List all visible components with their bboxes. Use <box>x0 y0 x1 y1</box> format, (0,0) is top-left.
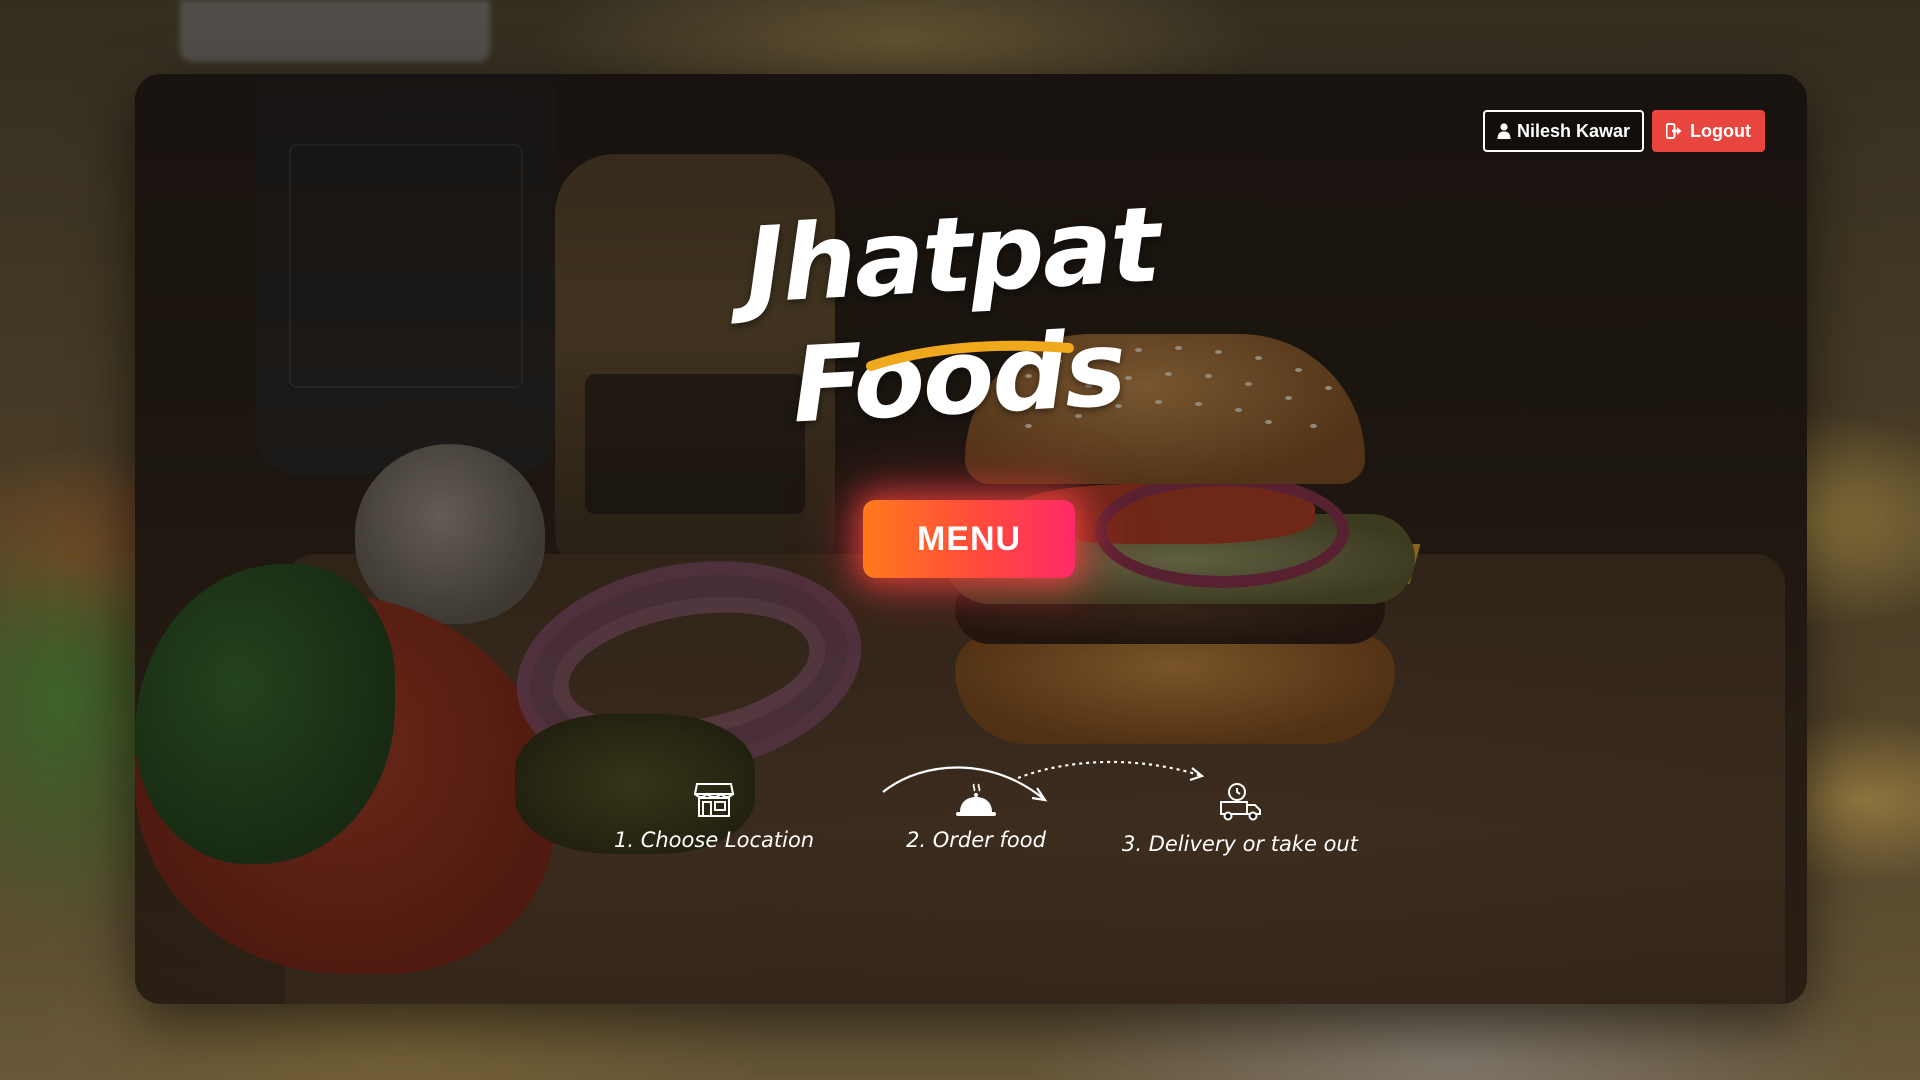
top-nav: Nilesh Kawar Logout <box>1482 110 1765 152</box>
user-profile-button[interactable]: Nilesh Kawar <box>1482 110 1645 152</box>
app-window: Nilesh Kawar Logout Jhatpat Foods MENU 1… <box>135 74 1807 1004</box>
user-name: Nilesh Kawar <box>1516 120 1631 141</box>
sign-out-icon <box>1666 123 1682 139</box>
user-icon <box>1497 123 1511 139</box>
brand-title: Jhatpat Foods <box>742 183 1162 447</box>
logout-label: Logout <box>1690 120 1751 141</box>
logout-button[interactable]: Logout <box>1652 110 1765 152</box>
menu-button[interactable]: MENU <box>863 500 1075 578</box>
brand-underline <box>866 340 1074 371</box>
